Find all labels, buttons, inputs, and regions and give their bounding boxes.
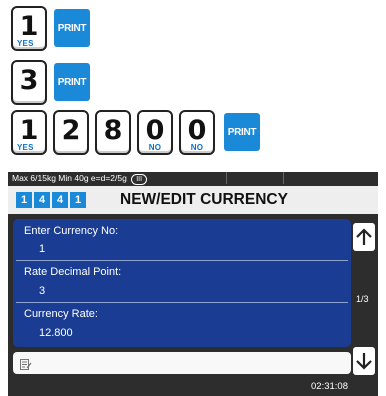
key-3[interactable]: 3 [11,60,47,105]
status-text: Max 6/15kg Min 40g e=d=2/5g [12,173,127,183]
key-1-yes[interactable]: 1 YES [11,6,47,51]
key-digit: 3 [19,65,39,96]
divider [16,302,348,303]
key-sequence-2: 3 PRINT [11,60,90,105]
menu-code-digit: 1 [16,192,32,208]
key-sublabel: YES [17,39,34,48]
accuracy-class-badge: III [131,174,148,185]
status-bar: Max 6/15kg Min 40g e=d=2/5g III [8,172,378,185]
key-digit: 8 [103,115,123,146]
print-button[interactable]: PRINT [54,63,90,101]
key-0-no[interactable]: 0 NO [179,110,215,155]
edit-input-icon [20,357,32,375]
arrow-up-icon[interactable] [353,223,375,251]
status-slot [226,172,284,184]
page-indicator: 1/3 [356,294,369,304]
key-8[interactable]: 8 [95,110,131,155]
key-sequence-1: 1 YES PRINT [11,6,90,51]
key-2[interactable]: 2 [53,110,89,155]
field-value-currency-no[interactable]: 1 [39,243,45,255]
field-label-decimal-point: Rate Decimal Point: [24,266,122,278]
key-0-no[interactable]: 0 NO [137,110,173,155]
menu-code: 1 4 4 1 [16,192,88,208]
settings-panel: Enter Currency No: 1 Rate Decimal Point:… [13,219,351,347]
key-sequence-3: 1 YES 2 8 0 NO 0 NO PRINT [11,110,260,155]
key-digit: 2 [61,115,81,146]
clock: 02:31:08 [311,381,348,392]
menu-code-digit: 4 [34,192,50,208]
field-value-currency-rate[interactable]: 12.800 [39,327,73,339]
title-bar: 1 4 4 1 NEW/EDIT CURRENCY [8,186,378,214]
key-sublabel: YES [17,143,34,152]
input-bar[interactable] [13,352,351,374]
key-sublabel: NO [190,143,204,152]
key-sublabel: NO [148,143,162,152]
arrow-down-icon[interactable] [353,347,375,375]
field-label-currency-no: Enter Currency No: [24,225,119,237]
page-title: NEW/EDIT CURRENCY [120,191,288,208]
field-value-decimal-point[interactable]: 3 [39,285,45,297]
print-button[interactable]: PRINT [224,113,260,151]
menu-code-digit: 1 [70,192,86,208]
key-1-yes[interactable]: 1 YES [11,110,47,155]
field-label-currency-rate: Currency Rate: [24,308,98,320]
scale-display: Max 6/15kg Min 40g e=d=2/5g III 1 4 4 1 … [8,172,378,396]
divider [16,260,348,261]
menu-code-digit: 4 [52,192,68,208]
print-button[interactable]: PRINT [54,9,90,47]
